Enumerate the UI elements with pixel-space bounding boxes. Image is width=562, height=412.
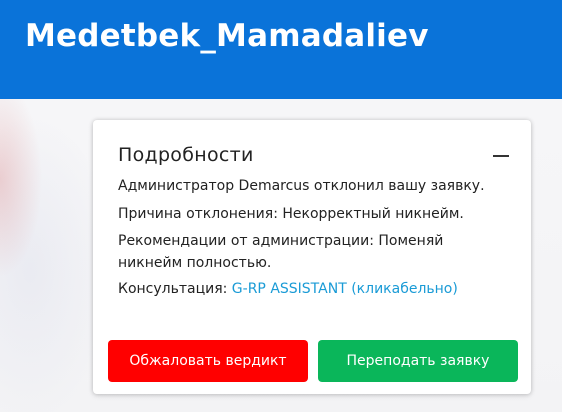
assistant-link[interactable]: G-RP ASSISTANT (кликабельно) [232,281,458,297]
card-title: Подробности [118,144,254,166]
rejection-reason-text: Причина отклонения: Некорректный никнейм… [118,206,464,222]
recommendation-text: Рекомендации от администрации: Поменяй н… [118,233,444,271]
consultation-label: Консультация: [118,281,232,297]
username-title: Medetbek_Mamadaliev [25,18,429,54]
header-bar: Medetbek_Mamadaliev [0,0,562,99]
minus-icon [493,155,509,157]
resubmit-application-button[interactable]: Переподать заявку [318,340,518,382]
consultation-row: Консультация: G-RP ASSISTANT (кликабельн… [118,278,458,300]
admin-decision-text: Администратор Demarcus отклонил вашу зая… [118,178,485,194]
details-card: Подробности Администратор Demarcus откло… [93,120,531,394]
appeal-verdict-button[interactable]: Обжаловать вердикт [108,340,308,382]
